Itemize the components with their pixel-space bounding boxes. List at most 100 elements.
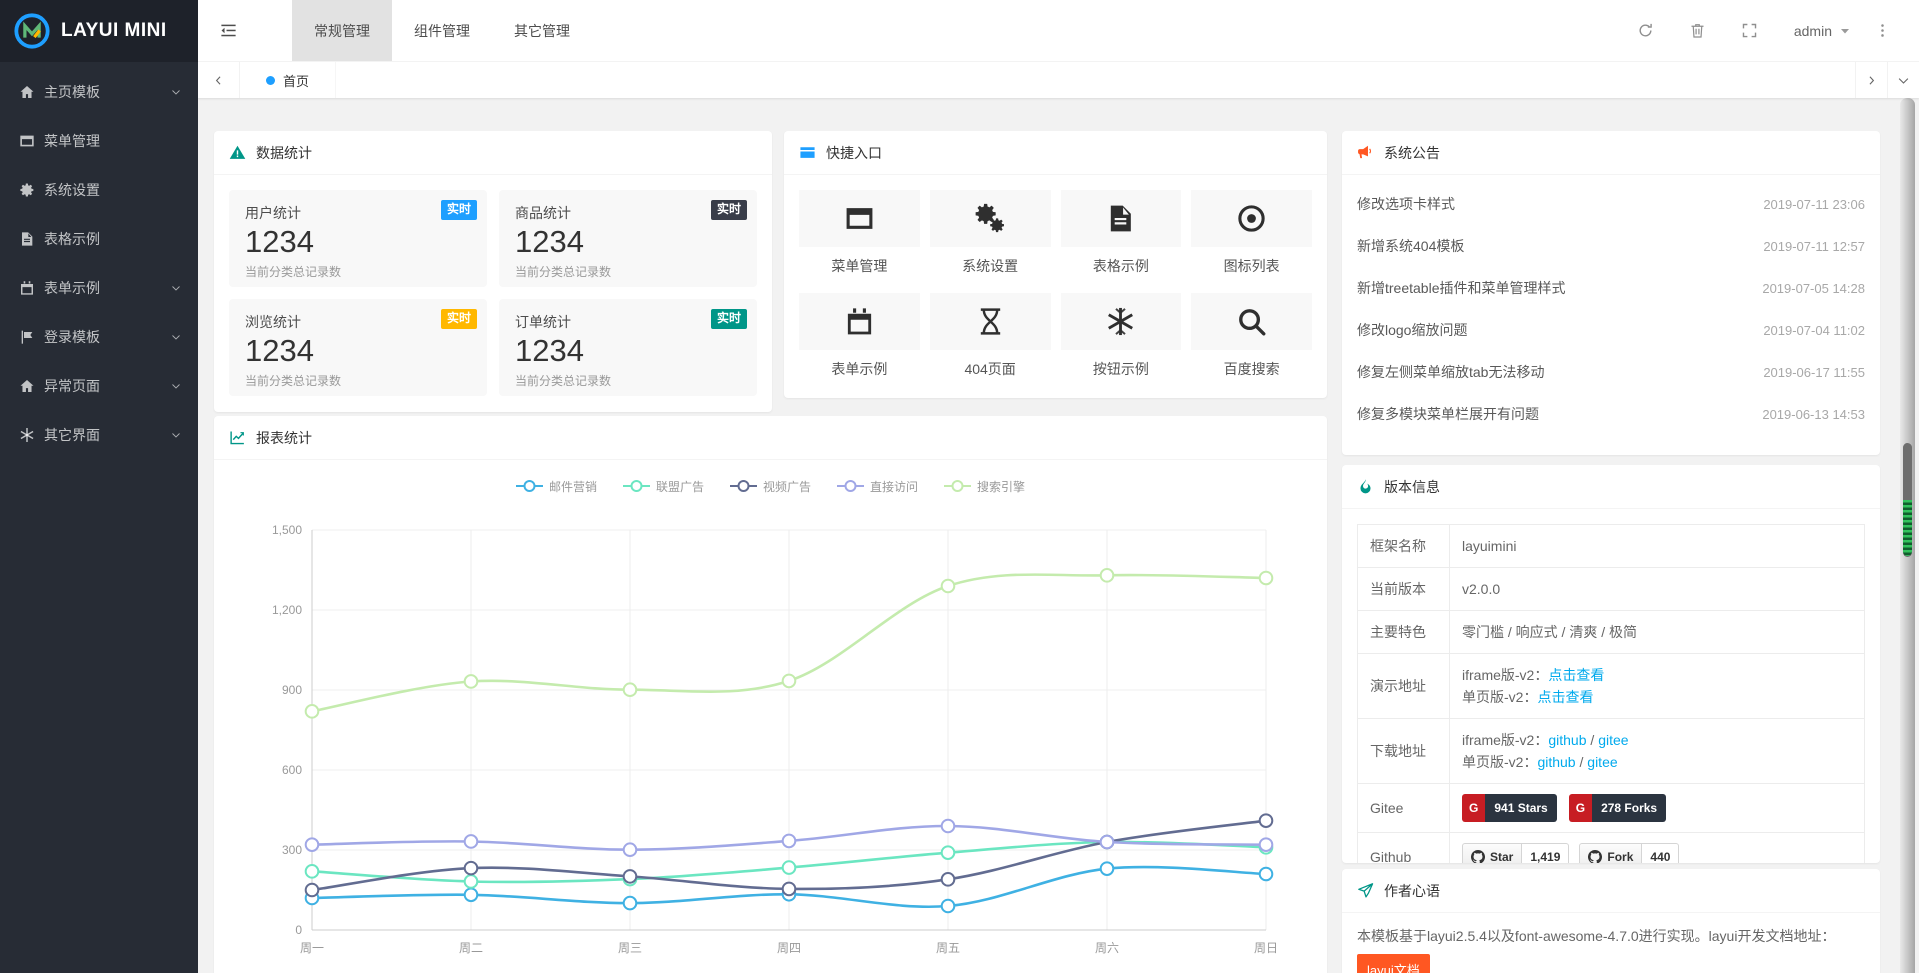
octocat-icon [1588, 850, 1602, 863]
quick-entry-grid: 菜单管理系统设置表格示例图标列表表单示例404页面按钮示例百度搜索 [784, 175, 1327, 396]
stat-value: 1234 [515, 333, 741, 369]
quick-entry-tile [799, 190, 920, 247]
module-tab-3[interactable]: 其它管理 [492, 0, 592, 61]
realtime-badge: 实时 [711, 200, 747, 220]
quick-entry-label: 按钮示例 [1061, 359, 1182, 379]
svg-text:周一: 周一 [300, 941, 324, 955]
author-words-card: 作者心语 本模板基于layui2.5.4以及font-awesome-4.7.0… [1342, 869, 1880, 973]
legend-item-直接访问[interactable]: 直接访问 [837, 478, 918, 495]
svg-text:300: 300 [282, 843, 302, 857]
quick-entry-tile [930, 190, 1051, 247]
legend-item-搜索引擎[interactable]: 搜索引擎 [944, 478, 1025, 495]
notice-date: 2019-06-17 11:55 [1763, 365, 1865, 380]
fullscreen-button[interactable] [1724, 22, 1776, 39]
quick-entry-表格示例[interactable]: 表格示例 [1061, 190, 1182, 286]
layui-doc-button[interactable]: layui文档 [1357, 954, 1430, 973]
data-statistics-title: 数据统计 [256, 143, 312, 163]
fire-icon [1357, 478, 1374, 495]
link-prefix: 单页版-v2： [1462, 689, 1537, 705]
quick-entry-图标列表[interactable]: 图标列表 [1191, 190, 1312, 286]
stat-label: 用户统计 [245, 203, 471, 223]
sidebar-item-label: 系统设置 [44, 180, 182, 200]
gitee-badge[interactable]: G278 Forks [1569, 794, 1666, 822]
clear-cache-button[interactable] [1672, 22, 1724, 39]
sidebar-item-2[interactable]: 菜单管理 [0, 116, 198, 165]
link-gitee[interactable]: gitee [1598, 732, 1628, 748]
chevron-down-icon [170, 380, 182, 392]
tab-scroll-left-button[interactable] [198, 62, 240, 98]
sidebar-item-3[interactable]: 系统设置 [0, 165, 198, 214]
more-vert-icon [1874, 22, 1891, 39]
link-line: 单页版-v2：github / gitee [1462, 751, 1852, 773]
calendar-icon [19, 280, 35, 296]
sidebar-item-5[interactable]: 表单示例 [0, 263, 198, 312]
stat-label: 订单统计 [515, 312, 741, 332]
snowflake-icon [1105, 306, 1136, 337]
quick-entry-label: 百度搜索 [1191, 359, 1312, 379]
tab-home[interactable]: 首页 [240, 62, 336, 98]
link-line: 单页版-v2：点击查看 [1462, 686, 1852, 708]
gitee-badge[interactable]: G941 Stars [1462, 794, 1557, 822]
tab-scroll-right-button[interactable] [1855, 62, 1887, 98]
window-icon [844, 203, 875, 234]
line-chart-icon [229, 429, 246, 446]
link-gitee[interactable]: gitee [1587, 754, 1617, 770]
refresh-button[interactable] [1620, 22, 1672, 39]
quick-entry-404页面[interactable]: 404页面 [930, 293, 1051, 389]
version-row-value: Star1,419 Fork440 [1450, 833, 1865, 864]
sidebar-item-label: 表单示例 [44, 278, 170, 298]
github-badge[interactable]: Fork440 [1579, 843, 1679, 863]
version-info-title: 版本信息 [1384, 477, 1440, 497]
quick-entry-百度搜索[interactable]: 百度搜索 [1191, 293, 1312, 389]
sidebar-item-label: 主页模板 [44, 82, 170, 102]
version-row-label: 框架名称 [1358, 525, 1450, 568]
notice-date: 2019-07-11 23:06 [1763, 197, 1865, 212]
data-statistics-header: 数据统计 [214, 131, 772, 175]
quick-entry-表单示例[interactable]: 表单示例 [799, 293, 920, 389]
octocat-icon [1471, 850, 1485, 863]
link-prefix: iframe版-v2： [1462, 732, 1548, 748]
quick-entry-按钮示例[interactable]: 按钮示例 [1061, 293, 1182, 389]
caret-down-icon [1839, 25, 1851, 37]
tab-menu-button[interactable] [1887, 62, 1919, 98]
github-badge[interactable]: Star1,419 [1462, 843, 1569, 863]
link-github[interactable]: github [1548, 732, 1586, 748]
more-menu-button[interactable] [1865, 22, 1899, 39]
user-dropdown[interactable]: admin [1794, 23, 1851, 39]
legend-label: 视频广告 [763, 478, 811, 495]
version-row: 框架名称layuimini [1358, 525, 1865, 568]
github-badge-label: Star [1490, 846, 1513, 863]
gitee-logo-icon: G [1569, 794, 1592, 822]
quick-entry-菜单管理[interactable]: 菜单管理 [799, 190, 920, 286]
quick-entry-系统设置[interactable]: 系统设置 [930, 190, 1051, 286]
logo-icon [13, 12, 51, 50]
legend-item-邮件营销[interactable]: 邮件营销 [516, 478, 597, 495]
chevron-left-icon [211, 73, 226, 88]
stat-label: 浏览统计 [245, 312, 471, 332]
home-icon [19, 84, 35, 100]
legend-item-联盟广告[interactable]: 联盟广告 [623, 478, 704, 495]
legend-marker-icon [944, 479, 971, 493]
chevron-down-icon [170, 282, 182, 294]
sidebar-item-1[interactable]: 主页模板 [0, 67, 198, 116]
module-tab-1[interactable]: 常规管理 [292, 0, 392, 61]
link-点击查看[interactable]: 点击查看 [1537, 689, 1593, 705]
gitee-badge-text: 278 Forks [1592, 794, 1666, 822]
module-tab-2[interactable]: 组件管理 [392, 0, 492, 61]
sidebar-item-6[interactable]: 登录模板 [0, 312, 198, 361]
version-row: 当前版本v2.0.0 [1358, 568, 1865, 611]
svg-text:周五: 周五 [936, 941, 960, 955]
realtime-badge: 实时 [711, 309, 747, 329]
notice-date: 2019-07-11 12:57 [1763, 239, 1865, 254]
stat-box: 商品统计1234当前分类总记录数实时 [499, 190, 757, 287]
sidebar-item-8[interactable]: 其它界面 [0, 410, 198, 459]
logo[interactable]: LAYUI MINI [0, 0, 198, 62]
link-github[interactable]: github [1537, 754, 1575, 770]
legend-item-视频广告[interactable]: 视频广告 [730, 478, 811, 495]
menu-fold-button[interactable] [198, 0, 258, 61]
svg-text:周四: 周四 [777, 941, 801, 955]
sidebar-item-7[interactable]: 异常页面 [0, 361, 198, 410]
sidebar-item-4[interactable]: 表格示例 [0, 214, 198, 263]
version-row-value: iframe版-v2：点击查看单页版-v2：点击查看 [1450, 654, 1865, 719]
link-点击查看[interactable]: 点击查看 [1548, 667, 1604, 683]
